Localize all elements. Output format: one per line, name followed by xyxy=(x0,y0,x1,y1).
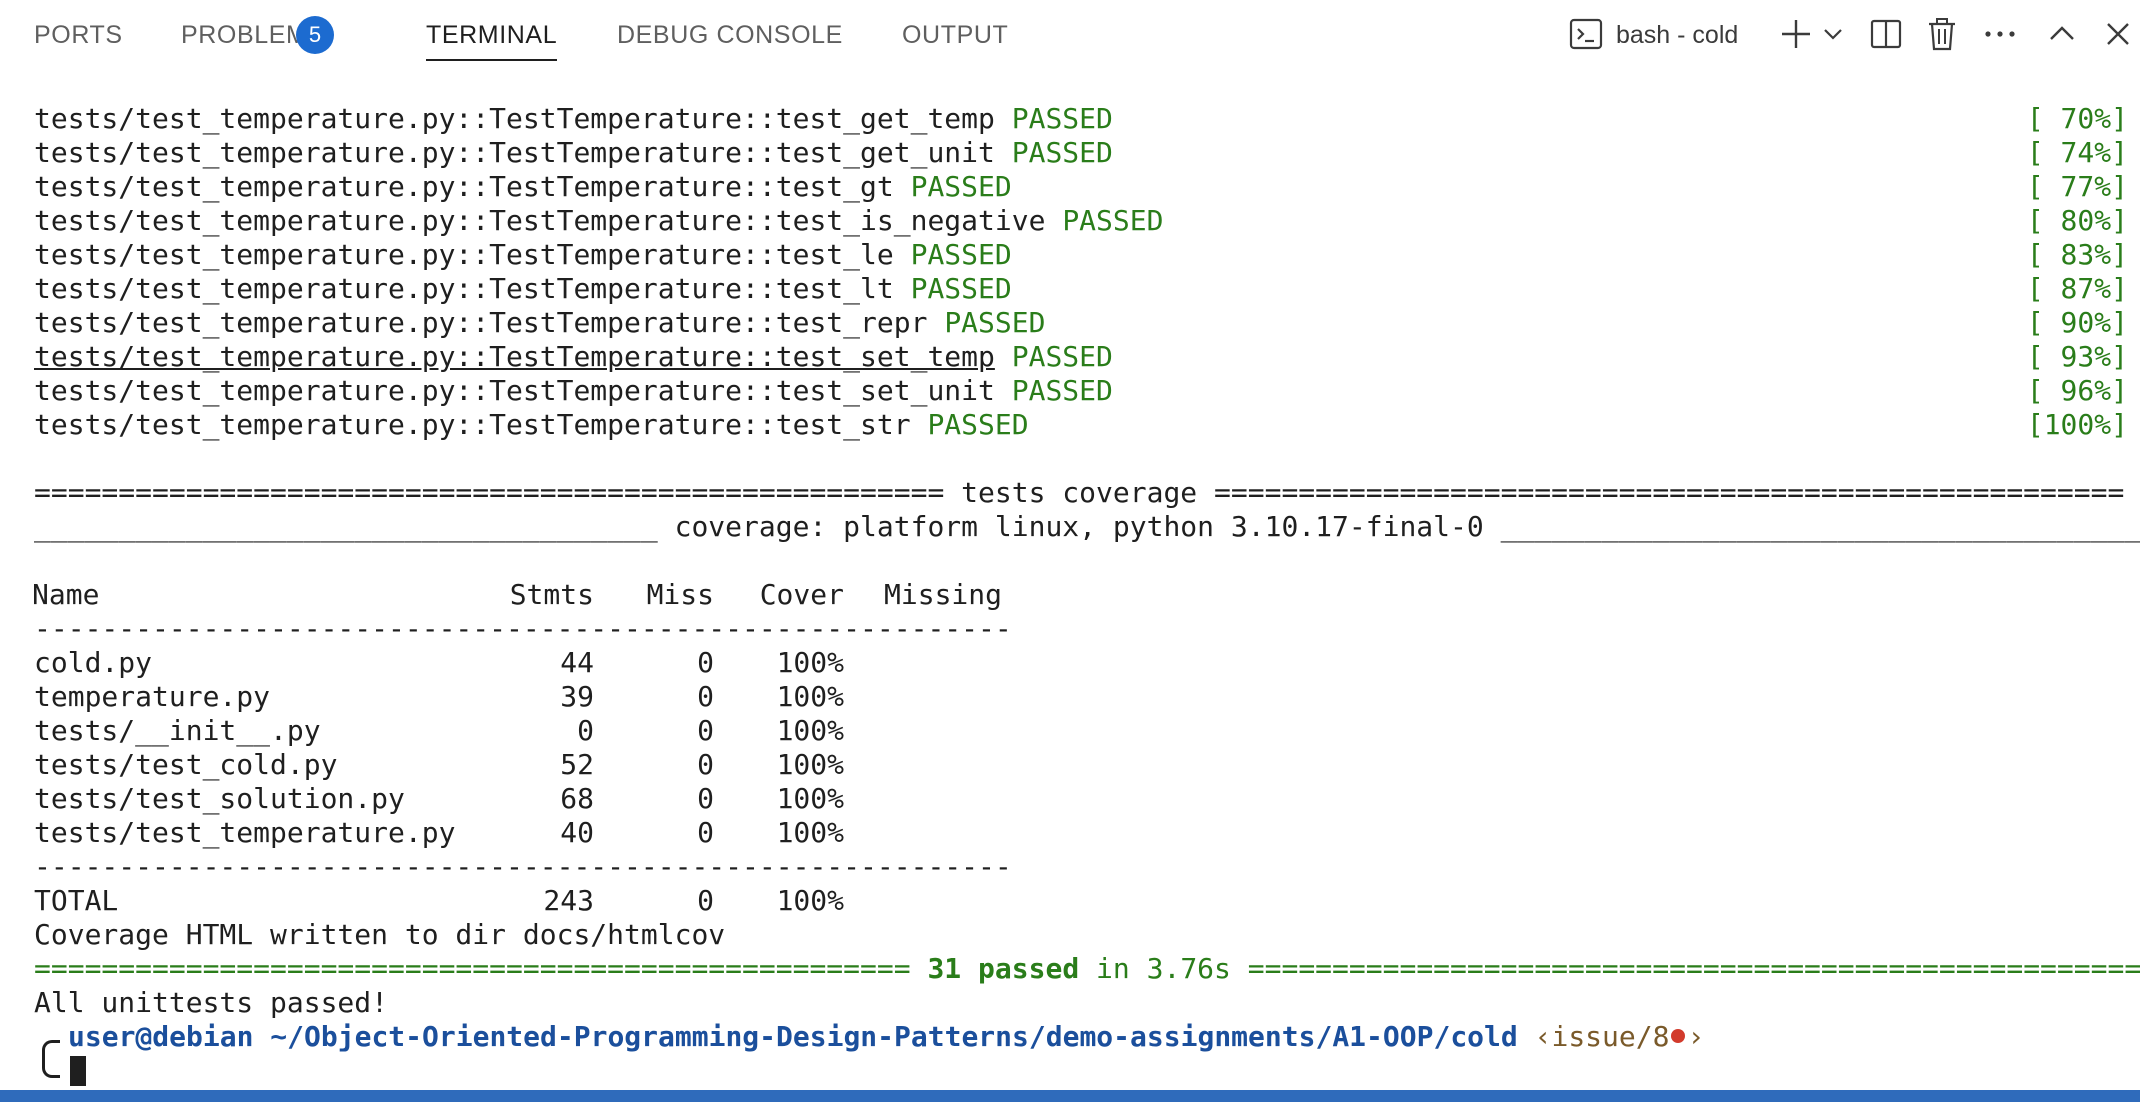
table-cell-stmts: 52 xyxy=(560,748,594,781)
terminal-icon[interactable] xyxy=(1568,12,1604,56)
table-cell-miss: 0 xyxy=(697,748,714,781)
table-total-miss: 0 xyxy=(697,884,714,917)
test-line: tests/test_temperature.py::TestTemperatu… xyxy=(34,136,1113,169)
column-header-stmts: Stmts xyxy=(509,578,594,611)
test-percent: [ 83%] xyxy=(2026,238,2128,271)
column-header-missing: Missing xyxy=(884,578,1003,611)
problems-count-badge: 5 xyxy=(296,16,334,54)
table-cell-cover: 100% xyxy=(776,646,844,679)
chevron-up-icon[interactable] xyxy=(2042,12,2082,56)
test-percent: [ 77%] xyxy=(2026,170,2128,203)
dirty-indicator-icon xyxy=(1671,1029,1686,1043)
table-cell-cover: 100% xyxy=(776,782,844,815)
all-passed-message: All unittests passed! xyxy=(34,986,389,1019)
test-line: tests/test_temperature.py::TestTemperatu… xyxy=(34,238,1012,271)
test-percent: [ 80%] xyxy=(2026,204,2128,237)
prompt-corner-icon xyxy=(42,1040,60,1078)
more-icon[interactable] xyxy=(1980,12,2020,56)
test-percent: [ 93%] xyxy=(2026,340,2128,373)
tab-debug-console[interactable]: DEBUG CONSOLE xyxy=(617,18,843,52)
table-cell-name: tests/test_cold.py xyxy=(34,748,338,781)
table-cell-stmts: 40 xyxy=(560,816,594,849)
test-line: tests/test_temperature.py::TestTemperatu… xyxy=(34,272,1012,305)
prompt-user: user@debian xyxy=(68,1020,254,1053)
coverage-subheader: _____________________________________ co… xyxy=(34,510,2140,543)
coverage-html-message: Coverage HTML written to dir docs/htmlco… xyxy=(34,918,726,951)
column-header-miss: Miss xyxy=(646,578,714,611)
test-percent: [ 90%] xyxy=(2026,306,2128,339)
split-editor-icon[interactable] xyxy=(1866,12,1906,56)
trash-icon[interactable] xyxy=(1922,12,1962,56)
close-icon[interactable] xyxy=(2100,12,2136,56)
tab-ports[interactable]: PORTS xyxy=(34,18,123,52)
table-cell-miss: 0 xyxy=(697,816,714,849)
table-cell-name: tests/test_solution.py xyxy=(34,782,405,815)
table-cell-name: temperature.py xyxy=(34,680,271,713)
prompt-branch: ‹issue/8 xyxy=(1534,1020,1670,1053)
terminal-name[interactable]: bash - cold xyxy=(1616,18,1738,52)
test-percent: [100%] xyxy=(2026,408,2128,441)
test-percent: [ 87%] xyxy=(2026,272,2128,305)
table-cell-miss: 0 xyxy=(697,680,714,713)
test-line: tests/test_temperature.py::TestTemperatu… xyxy=(34,204,1164,237)
test-line: tests/test_temperature.py::TestTemperatu… xyxy=(34,170,1012,203)
table-total-name: TOTAL xyxy=(34,884,119,917)
terminal-cursor xyxy=(70,1056,86,1086)
table-cell-cover: 100% xyxy=(776,816,844,849)
table-cell-miss: 0 xyxy=(697,714,714,747)
chevron-down-icon[interactable] xyxy=(1818,12,1848,56)
terminal-output[interactable]: tests/test_temperature.py::TestTemperatu… xyxy=(34,102,2140,1092)
prompt-line: user@debian ~/Object-Oriented-Programmin… xyxy=(68,1020,1705,1053)
prompt-path: ~/Object-Oriented-Programming-Design-Pat… xyxy=(270,1020,1518,1053)
table-total-stmts: 243 xyxy=(543,884,594,917)
table-cell-name: tests/test_temperature.py xyxy=(34,816,456,849)
table-cell-cover: 100% xyxy=(776,680,844,713)
tab-terminal[interactable]: TERMINAL xyxy=(426,18,558,61)
column-header-cover: Cover xyxy=(759,578,844,611)
test-line: tests/test_temperature.py::TestTemperatu… xyxy=(34,102,1113,135)
plus-icon[interactable] xyxy=(1776,12,1816,56)
table-separator: ----------------------------------------… xyxy=(34,612,1012,645)
test-line: tests/test_temperature.py::TestTemperatu… xyxy=(34,306,1046,339)
table-cell-stmts: 0 xyxy=(577,714,594,747)
table-cell-stmts: 44 xyxy=(560,646,594,679)
test-line: tests/test_temperature.py::TestTemperatu… xyxy=(34,340,1113,373)
table-cell-stmts: 68 xyxy=(560,782,594,815)
table-separator: ----------------------------------------… xyxy=(34,850,1012,883)
table-cell-miss: 0 xyxy=(697,646,714,679)
table-total-cover: 100% xyxy=(776,884,844,917)
column-header-name: Name xyxy=(34,578,100,611)
status-bar xyxy=(0,1090,2140,1102)
tab-output[interactable]: OUTPUT xyxy=(902,18,1008,52)
panel-header: PORTS PROBLEMS 5 TERMINAL DEBUG CONSOLE … xyxy=(0,0,2140,68)
table-cell-name: cold.py xyxy=(34,646,153,679)
table-cell-cover: 100% xyxy=(776,714,844,747)
test-percent: [ 74%] xyxy=(2026,136,2128,169)
table-cell-miss: 0 xyxy=(697,782,714,815)
table-cell-cover: 100% xyxy=(776,748,844,781)
passed-count: 31 passed xyxy=(927,952,1080,985)
test-line: tests/test_temperature.py::TestTemperatu… xyxy=(34,408,1029,441)
summary-line: ========================================… xyxy=(34,952,2140,985)
table-cell-name: tests/__init__.py xyxy=(34,714,321,747)
test-line: tests/test_temperature.py::TestTemperatu… xyxy=(34,374,1113,407)
test-link[interactable]: tests/test_temperature.py::TestTemperatu… xyxy=(34,340,995,373)
test-percent: [ 70%] xyxy=(2026,102,2128,135)
coverage-header: ========================================… xyxy=(34,476,2125,509)
table-cell-stmts: 39 xyxy=(560,680,594,713)
test-percent: [ 96%] xyxy=(2026,374,2128,407)
